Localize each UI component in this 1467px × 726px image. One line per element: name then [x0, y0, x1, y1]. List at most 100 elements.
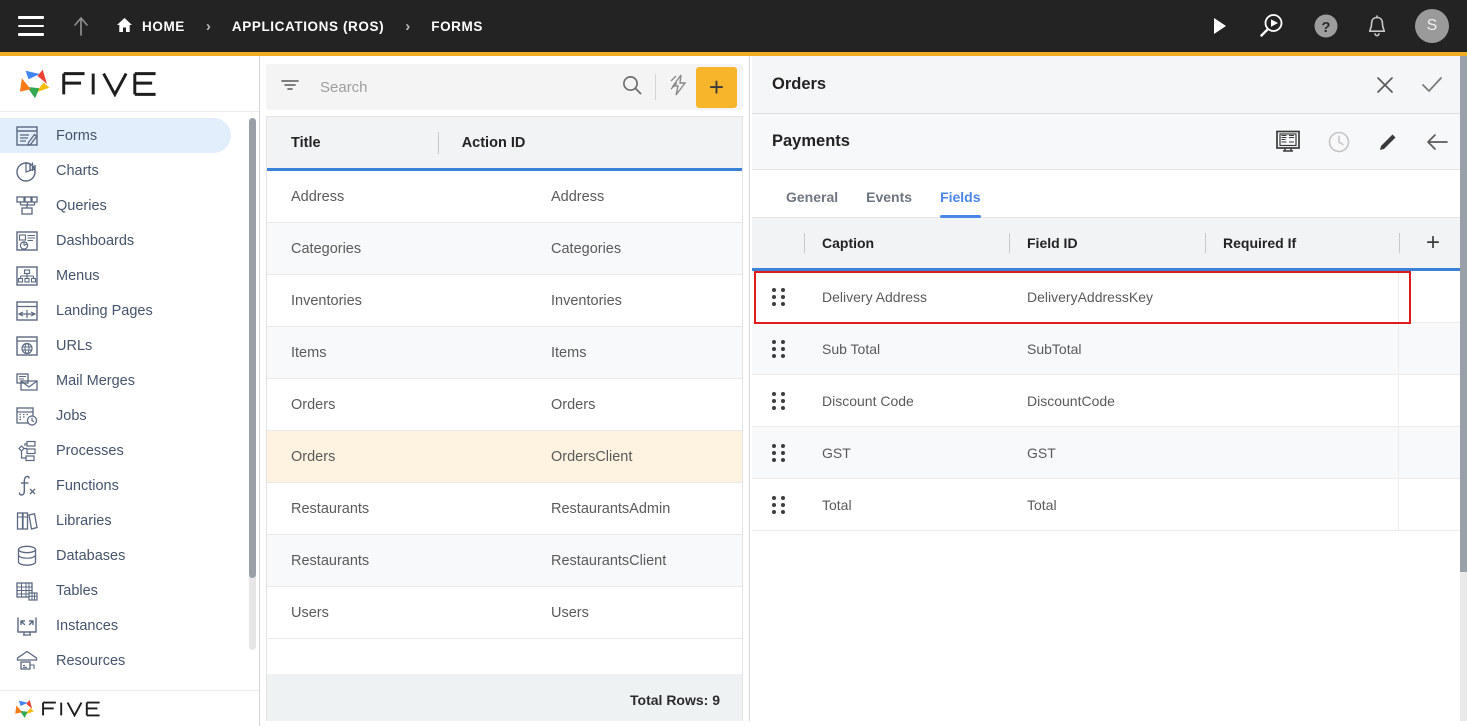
edit-pencil-icon[interactable]	[1377, 131, 1399, 153]
table-row[interactable]: Delivery Address DeliveryAddressKey	[752, 271, 1467, 323]
table-row[interactable]: Restaurants RestaurantsAdmin	[267, 483, 742, 535]
sidebar-item-label: Menus	[56, 267, 100, 284]
tab-fields[interactable]: Fields	[926, 189, 994, 218]
tab-general[interactable]: General	[772, 189, 852, 217]
libraries-icon	[14, 508, 40, 534]
sidebar-item-instances[interactable]: Instances	[0, 608, 231, 643]
sidebar-scrollbar[interactable]	[249, 118, 256, 650]
detail-panel: Orders Payments General Events Fields Ca…	[752, 56, 1467, 726]
mail-merges-icon	[14, 368, 40, 394]
check-icon[interactable]	[1421, 75, 1443, 95]
add-field-button[interactable]: +	[1399, 218, 1467, 268]
sidebar-item-landing-pages[interactable]: Landing Pages	[0, 293, 231, 328]
sidebar-item-tables[interactable]: Tables	[0, 573, 231, 608]
cell-title: Categories	[291, 240, 362, 257]
breadcrumb-item-applications[interactable]: APPLICATIONS (ROS)	[232, 19, 384, 34]
column-header-required-if[interactable]: Required If	[1205, 218, 1399, 268]
sidebar-item-databases[interactable]: Databases	[0, 538, 231, 573]
drag-handle-icon[interactable]	[752, 427, 804, 478]
tab-events[interactable]: Events	[852, 189, 926, 217]
five-logo-icon	[18, 65, 56, 103]
column-header-field-id[interactable]: Field ID	[1009, 218, 1205, 268]
cell-caption: Discount Code	[822, 392, 914, 409]
sidebar-item-functions[interactable]: Functions	[0, 468, 231, 503]
brand-logo[interactable]	[0, 56, 259, 112]
sidebar-item-label: URLs	[56, 337, 93, 354]
sidebar-item-charts[interactable]: Charts	[0, 153, 231, 188]
sidebar-item-urls[interactable]: URLs	[0, 328, 231, 363]
cell-title: Orders	[291, 396, 336, 413]
filter-icon[interactable]	[280, 77, 300, 98]
search-icon[interactable]	[621, 74, 643, 101]
breadcrumb-label: FORMS	[431, 18, 483, 34]
column-header-caption[interactable]: Caption	[804, 218, 1009, 268]
table-row[interactable]: Users Users	[267, 587, 742, 639]
display-designer-icon[interactable]	[1275, 129, 1301, 155]
detail-panel-scrollbar[interactable]	[1460, 56, 1467, 726]
column-header-title[interactable]: Title	[267, 117, 438, 168]
notifications-bell-icon[interactable]	[1367, 14, 1387, 38]
drag-handle-icon[interactable]	[752, 271, 804, 322]
table-row[interactable]: Orders Orders	[267, 379, 742, 431]
cell-required-if	[1205, 323, 1399, 374]
add-form-button[interactable]: +	[696, 66, 737, 108]
sidebar-item-processes[interactable]: Processes	[0, 433, 231, 468]
cell-extra	[1399, 375, 1467, 426]
drag-handle-icon[interactable]	[752, 479, 804, 530]
cell-required-if	[1205, 479, 1399, 530]
instances-icon	[14, 613, 40, 639]
drag-handle-icon[interactable]	[752, 323, 804, 374]
search-run-icon[interactable]	[1257, 12, 1285, 40]
five-wordmark	[62, 71, 175, 97]
cell-required-if	[1205, 271, 1399, 322]
back-arrow-icon[interactable]	[1425, 132, 1449, 152]
top-bar-actions: ? S	[1211, 9, 1449, 43]
sidebar-item-label: Mail Merges	[56, 372, 135, 389]
cell-field-id: DeliveryAddressKey	[1027, 288, 1154, 305]
table-row[interactable]: Restaurants RestaurantsClient	[267, 535, 742, 587]
table-row[interactable]: Inventories Inventories	[267, 275, 742, 327]
breadcrumb-item-home[interactable]: HOME	[116, 17, 185, 36]
sidebar-item-resources[interactable]: Resources	[0, 643, 231, 678]
drag-handle-icon[interactable]	[752, 375, 804, 426]
table-row[interactable]: GST GST	[752, 427, 1467, 479]
sidebar-item-dashboards[interactable]: Dashboards	[0, 223, 231, 258]
table-row[interactable]: Sub Total SubTotal	[752, 323, 1467, 375]
resources-icon	[14, 648, 40, 674]
sidebar-item-jobs[interactable]: Jobs	[0, 398, 231, 433]
table-row[interactable]: Total Total	[752, 479, 1467, 531]
top-app-bar: HOME › APPLICATIONS (ROS) › FORMS ? S	[0, 0, 1467, 52]
close-icon[interactable]	[1375, 75, 1395, 95]
help-icon[interactable]: ?	[1313, 13, 1339, 39]
hamburger-icon[interactable]	[18, 16, 44, 36]
sidebar-item-libraries[interactable]: Libraries	[0, 503, 231, 538]
table-row-selected[interactable]: Orders OrdersClient	[267, 431, 742, 483]
urls-icon	[14, 333, 40, 359]
sidebar-item-label: Queries	[56, 197, 107, 214]
sidebar-item-queries[interactable]: Queries	[0, 188, 231, 223]
sidebar-item-forms[interactable]: Forms	[0, 118, 231, 153]
search-input[interactable]	[318, 77, 621, 97]
run-icon[interactable]	[1211, 16, 1229, 36]
lightning-bolt-icon[interactable]	[668, 73, 690, 102]
sidebar-item-label: Dashboards	[56, 232, 135, 249]
sidebar-item-label: Resources	[56, 652, 126, 669]
avatar[interactable]: S	[1415, 9, 1449, 43]
table-row[interactable]: Items Items	[267, 327, 742, 379]
table-row[interactable]: Address Address	[267, 171, 742, 223]
detail-panel-header: Orders	[752, 56, 1467, 114]
breadcrumb-item-forms[interactable]: FORMS	[431, 19, 483, 34]
table-row[interactable]: Discount Code DiscountCode	[752, 375, 1467, 427]
dashboards-icon	[14, 228, 40, 254]
cell-title: Items	[291, 344, 327, 361]
cell-extra	[1399, 323, 1467, 374]
sidebar-item-mail-merges[interactable]: Mail Merges	[0, 363, 231, 398]
menus-icon	[14, 263, 40, 289]
arrow-up-icon[interactable]	[68, 13, 94, 39]
history-clock-icon[interactable]	[1327, 130, 1351, 154]
sidebar-item-label: Databases	[56, 547, 126, 564]
sidebar-item-menus[interactable]: Menus	[0, 258, 231, 293]
column-header-action-id[interactable]: Action ID	[438, 117, 742, 168]
table-row[interactable]: Categories Categories	[267, 223, 742, 275]
databases-icon	[14, 543, 40, 569]
